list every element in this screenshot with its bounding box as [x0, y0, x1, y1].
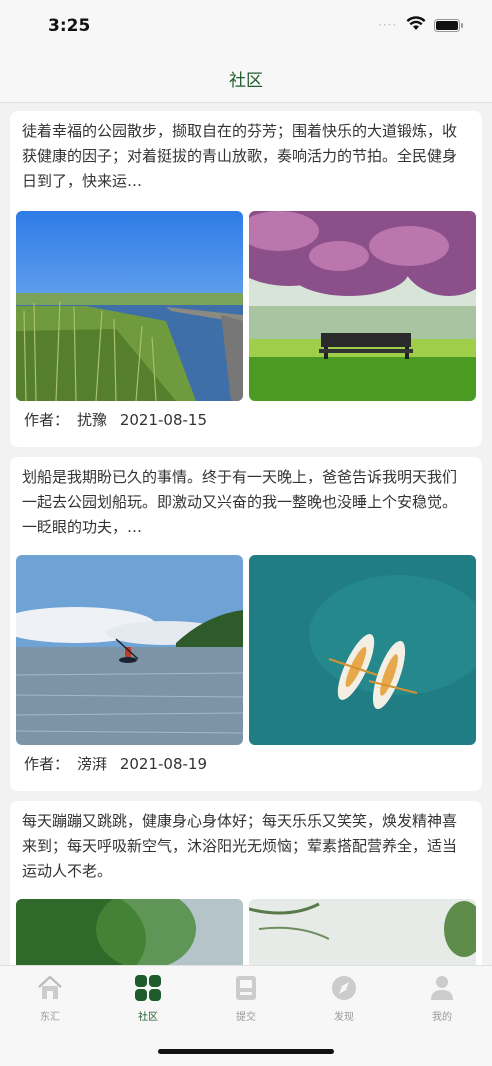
- post-text: 划船是我期盼已久的事情。终于有一天晚上，爸爸告诉我明天我们一起去公园划船玩。即激…: [22, 468, 458, 536]
- author-name[interactable]: 扰豫: [77, 411, 107, 429]
- post-image-wetland[interactable]: [16, 211, 243, 401]
- tab-label: 社区: [138, 1012, 158, 1023]
- post-card[interactable]: 徒着幸福的公园散步，撷取自在的芬芳；围着快乐的大道锻炼，收获健康的因子；对着挺拔…: [10, 111, 482, 447]
- battery-icon: [434, 19, 463, 32]
- tab-label: 东汇: [40, 1012, 60, 1023]
- compass-icon: [332, 976, 356, 1000]
- post-image-paddleboards[interactable]: [249, 555, 476, 745]
- grid-icon: [135, 975, 161, 1001]
- author-name[interactable]: 滂湃: [77, 755, 107, 773]
- signal-icon: ····: [378, 18, 398, 32]
- post-image-park-bench[interactable]: [249, 211, 476, 401]
- user-icon: [431, 976, 453, 1000]
- post-card[interactable]: 每天蹦蹦又跳跳，健康身心身体好；每天乐乐又笑笑，焕发精神喜来到；每天呼吸新空气，…: [10, 801, 482, 965]
- post-meta: 作者： 滂湃 2021-08-19: [24, 753, 215, 774]
- tab-submit[interactable]: 提交: [197, 972, 295, 1032]
- author-label: 作者：: [24, 755, 70, 773]
- post-text: 徒着幸福的公园散步，撷取自在的芬芳；围着快乐的大道锻炼，收获健康的因子；对着挺拔…: [22, 122, 458, 190]
- clipboard-icon: [236, 976, 256, 1000]
- status-bar: 3:25 ····: [0, 0, 492, 56]
- tab-profile[interactable]: 我的: [393, 972, 491, 1032]
- tab-label: 我的: [432, 1012, 452, 1023]
- tab-label: 提交: [236, 1012, 256, 1023]
- post-card[interactable]: 划船是我期盼已久的事情。终于有一天晚上，爸爸告诉我明天我们一起去公园划船玩。即激…: [10, 457, 482, 791]
- post-date: 2021-08-19: [119, 755, 207, 773]
- post-meta: 作者： 扰豫 2021-08-15: [24, 409, 215, 430]
- post-image-branches[interactable]: [249, 899, 476, 965]
- tab-label: 发现: [334, 1012, 354, 1023]
- post-feed[interactable]: 徒着幸福的公园散步，撷取自在的芬芳；围着快乐的大道锻炼，收获健康的因子；对着挺拔…: [0, 103, 492, 965]
- tab-home[interactable]: 东汇: [1, 972, 99, 1032]
- page-title: 社区: [229, 71, 263, 91]
- tab-discover[interactable]: 发现: [295, 972, 393, 1032]
- navigation-bar: 社区: [0, 56, 492, 103]
- status-time: 3:25: [48, 16, 91, 36]
- home-icon: [38, 975, 62, 999]
- post-date: 2021-08-15: [119, 411, 207, 429]
- author-label: 作者：: [24, 411, 70, 429]
- home-indicator[interactable]: [158, 1049, 334, 1054]
- post-image-kayak-lake[interactable]: [16, 555, 243, 745]
- wifi-icon: [406, 16, 426, 30]
- post-image-tree[interactable]: [16, 899, 243, 965]
- tab-community[interactable]: 社区: [99, 972, 197, 1032]
- post-text: 每天蹦蹦又跳跳，健康身心身体好；每天乐乐又笑笑，焕发精神喜来到；每天呼吸新空气，…: [22, 812, 458, 880]
